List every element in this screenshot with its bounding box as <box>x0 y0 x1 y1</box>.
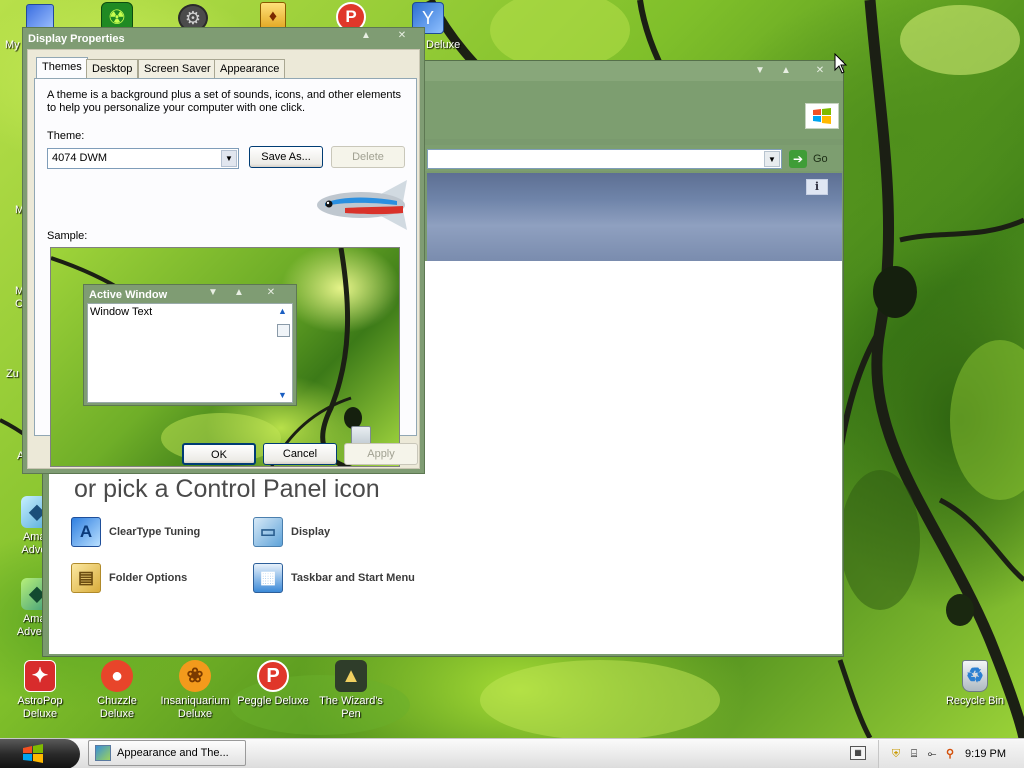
minimize-icon: ▼ <box>208 287 218 298</box>
cp-item-label[interactable]: Folder Options <box>109 572 187 584</box>
system-tray: ⛨ ⌸ ⟜ ⚲ 9:19 PM <box>878 740 1024 768</box>
theme-dropdown[interactable]: 4074 DWM ▼ <box>47 148 239 169</box>
chevron-down-icon[interactable]: ▼ <box>221 150 237 167</box>
desktop-icon-label: Recycle Bin <box>945 695 1005 707</box>
desktop-icon-recycle-bin[interactable]: ♻ Recycle Bin <box>938 660 1012 708</box>
desktop-icon-wizards-pen[interactable]: ▲ The Wizard's Pen <box>314 660 388 721</box>
theme-description: A theme is a background plus a set of so… <box>47 89 402 114</box>
pick-icon-heading: or pick a Control Panel icon <box>74 475 380 503</box>
cp-item-label[interactable]: ClearType Tuning <box>109 526 200 538</box>
go-arrow-icon[interactable]: ➔ <box>789 150 807 168</box>
security-shield-icon[interactable]: ⛨ <box>889 747 903 761</box>
close-icon: ✕ <box>266 287 276 298</box>
windows-logo-icon <box>23 744 43 763</box>
chuzzle-icon: ● <box>101 660 133 692</box>
sample-active-window: Active Window ▼ ▲ ✕ Window Text ▲ ▼ <box>83 284 297 406</box>
sample-label: Sample: <box>47 230 88 242</box>
network-icon[interactable]: ⌸ <box>907 747 921 761</box>
delete-button[interactable]: Delete <box>331 146 405 168</box>
maximize-icon: ▲ <box>234 287 244 298</box>
desktop-icon-label-deluxe-top: Deluxe <box>426 39 461 51</box>
desktop-edge-label: Zu <box>6 368 19 380</box>
scroll-up-icon: ▲ <box>278 306 287 316</box>
sample-preview: Active Window ▼ ▲ ✕ Window Text ▲ ▼ <box>50 247 400 467</box>
desktop-icon-label: AstroPop <box>17 695 63 707</box>
desktop-icon-label: Insaniquarium <box>160 695 230 707</box>
close-icon[interactable]: ✕ <box>809 64 831 78</box>
scroll-thumb <box>277 324 290 337</box>
themes-tab-panel: A theme is a background plus a set of so… <box>34 78 417 467</box>
sample-scrollbar: ▲ ▼ <box>276 304 292 402</box>
help-icon[interactable]: ▲ <box>355 29 377 43</box>
theme-dropdown-value: 4074 DWM <box>52 152 108 164</box>
cleartype-icon: A <box>71 517 101 547</box>
cp-item-display[interactable]: ▭ Display <box>253 517 330 547</box>
peggle-icon: P <box>257 660 289 692</box>
desktop-icon-label: The Wizard's <box>319 695 383 707</box>
search-icon[interactable]: ⚲ <box>943 747 957 761</box>
display-icon: ▭ <box>253 517 283 547</box>
desktop-icon-label: Chuzzle <box>97 695 137 707</box>
maximize-icon[interactable]: ▲ <box>775 64 797 78</box>
recycle-bin-icon: ♻ <box>962 660 988 692</box>
taskbar-icon: ▦ <box>253 563 283 593</box>
ok-button[interactable]: OK <box>182 443 256 465</box>
desktop-edge-label: My <box>5 39 20 51</box>
safely-remove-icon[interactable]: ⟜ <box>925 747 939 761</box>
wizard-hat-icon: ▲ <box>335 660 367 692</box>
taskbar-button-appearance-themes[interactable]: Appearance and The... <box>88 740 246 766</box>
dialog-title: Display Properties <box>28 33 125 45</box>
save-as-button[interactable]: Save As... <box>249 146 323 168</box>
dialog-client-area: Themes Desktop Screen Saver Appearance A… <box>27 49 420 469</box>
neon-tetra-fish-icon <box>317 180 407 230</box>
go-button-label[interactable]: Go <box>813 153 828 165</box>
windows-logo-icon <box>805 103 839 129</box>
desktop-icon-label: Deluxe <box>177 708 213 720</box>
cp-item-cleartype[interactable]: A ClearType Tuning <box>71 517 200 547</box>
address-input[interactable]: ▼ <box>427 149 782 169</box>
fish-icon: ❀ <box>179 660 211 692</box>
desktop-icon-label: Deluxe <box>22 708 58 720</box>
minimize-icon[interactable]: ▼ <box>749 64 771 78</box>
cp-item-label[interactable]: Display <box>291 526 330 538</box>
theme-label: Theme: <box>47 130 85 142</box>
taskbar-button-label: Appearance and The... <box>117 747 229 759</box>
cp-item-folder-options[interactable]: ▤ Folder Options <box>71 563 187 593</box>
desktop-icon-astropop[interactable]: ✦ AstroPop Deluxe <box>3 660 77 721</box>
desktop-icon-chuzzle[interactable]: ● Chuzzle Deluxe <box>80 660 154 721</box>
apply-button[interactable]: Apply <box>344 443 418 465</box>
scroll-down-icon: ▼ <box>278 390 287 400</box>
info-icon[interactable]: i <box>806 179 828 195</box>
desktop-icon-label: Deluxe <box>99 708 135 720</box>
close-icon[interactable]: ✕ <box>391 29 413 43</box>
sample-window-text: Window Text <box>90 306 153 318</box>
folder-options-icon: ▤ <box>71 563 101 593</box>
sample-window-title: Active Window <box>89 289 168 301</box>
sample-window-body: Window Text ▲ ▼ <box>87 303 293 403</box>
clock[interactable]: 9:19 PM <box>965 748 1006 760</box>
desktop-icon-label: Pen <box>341 708 361 720</box>
tab-themes[interactable]: Themes <box>36 57 88 79</box>
tab-desktop[interactable]: Desktop <box>86 59 139 78</box>
taskbar: Appearance and The... ▦ ⛨ ⌸ ⟜ ⚲ 9:19 PM <box>0 738 1024 768</box>
start-button[interactable] <box>0 739 80 768</box>
tab-screen-saver[interactable]: Screen Saver <box>138 59 217 78</box>
control-panel-banner: i <box>427 173 842 261</box>
mouse-cursor-icon <box>834 53 848 74</box>
desktop-icon-insaniquarium[interactable]: ❀ Insaniquarium Deluxe <box>158 660 232 721</box>
cancel-button[interactable]: Cancel <box>263 443 337 465</box>
control-panel-icon <box>95 745 111 761</box>
cp-item-taskbar[interactable]: ▦ Taskbar and Start Menu <box>253 563 415 593</box>
keyboard-icon[interactable]: ▦ <box>850 746 866 760</box>
tab-appearance[interactable]: Appearance <box>214 59 286 78</box>
desktop-icon-label: Peggle Deluxe <box>237 695 309 707</box>
desktop-icon-peggle[interactable]: P Peggle Deluxe <box>236 660 310 708</box>
astropop-icon: ✦ <box>24 660 56 692</box>
display-properties-dialog: Display Properties ▲ ✕ Themes Desktop Sc… <box>22 27 425 474</box>
cp-item-label[interactable]: Taskbar and Start Menu <box>291 572 415 584</box>
chevron-down-icon[interactable]: ▼ <box>764 151 780 167</box>
